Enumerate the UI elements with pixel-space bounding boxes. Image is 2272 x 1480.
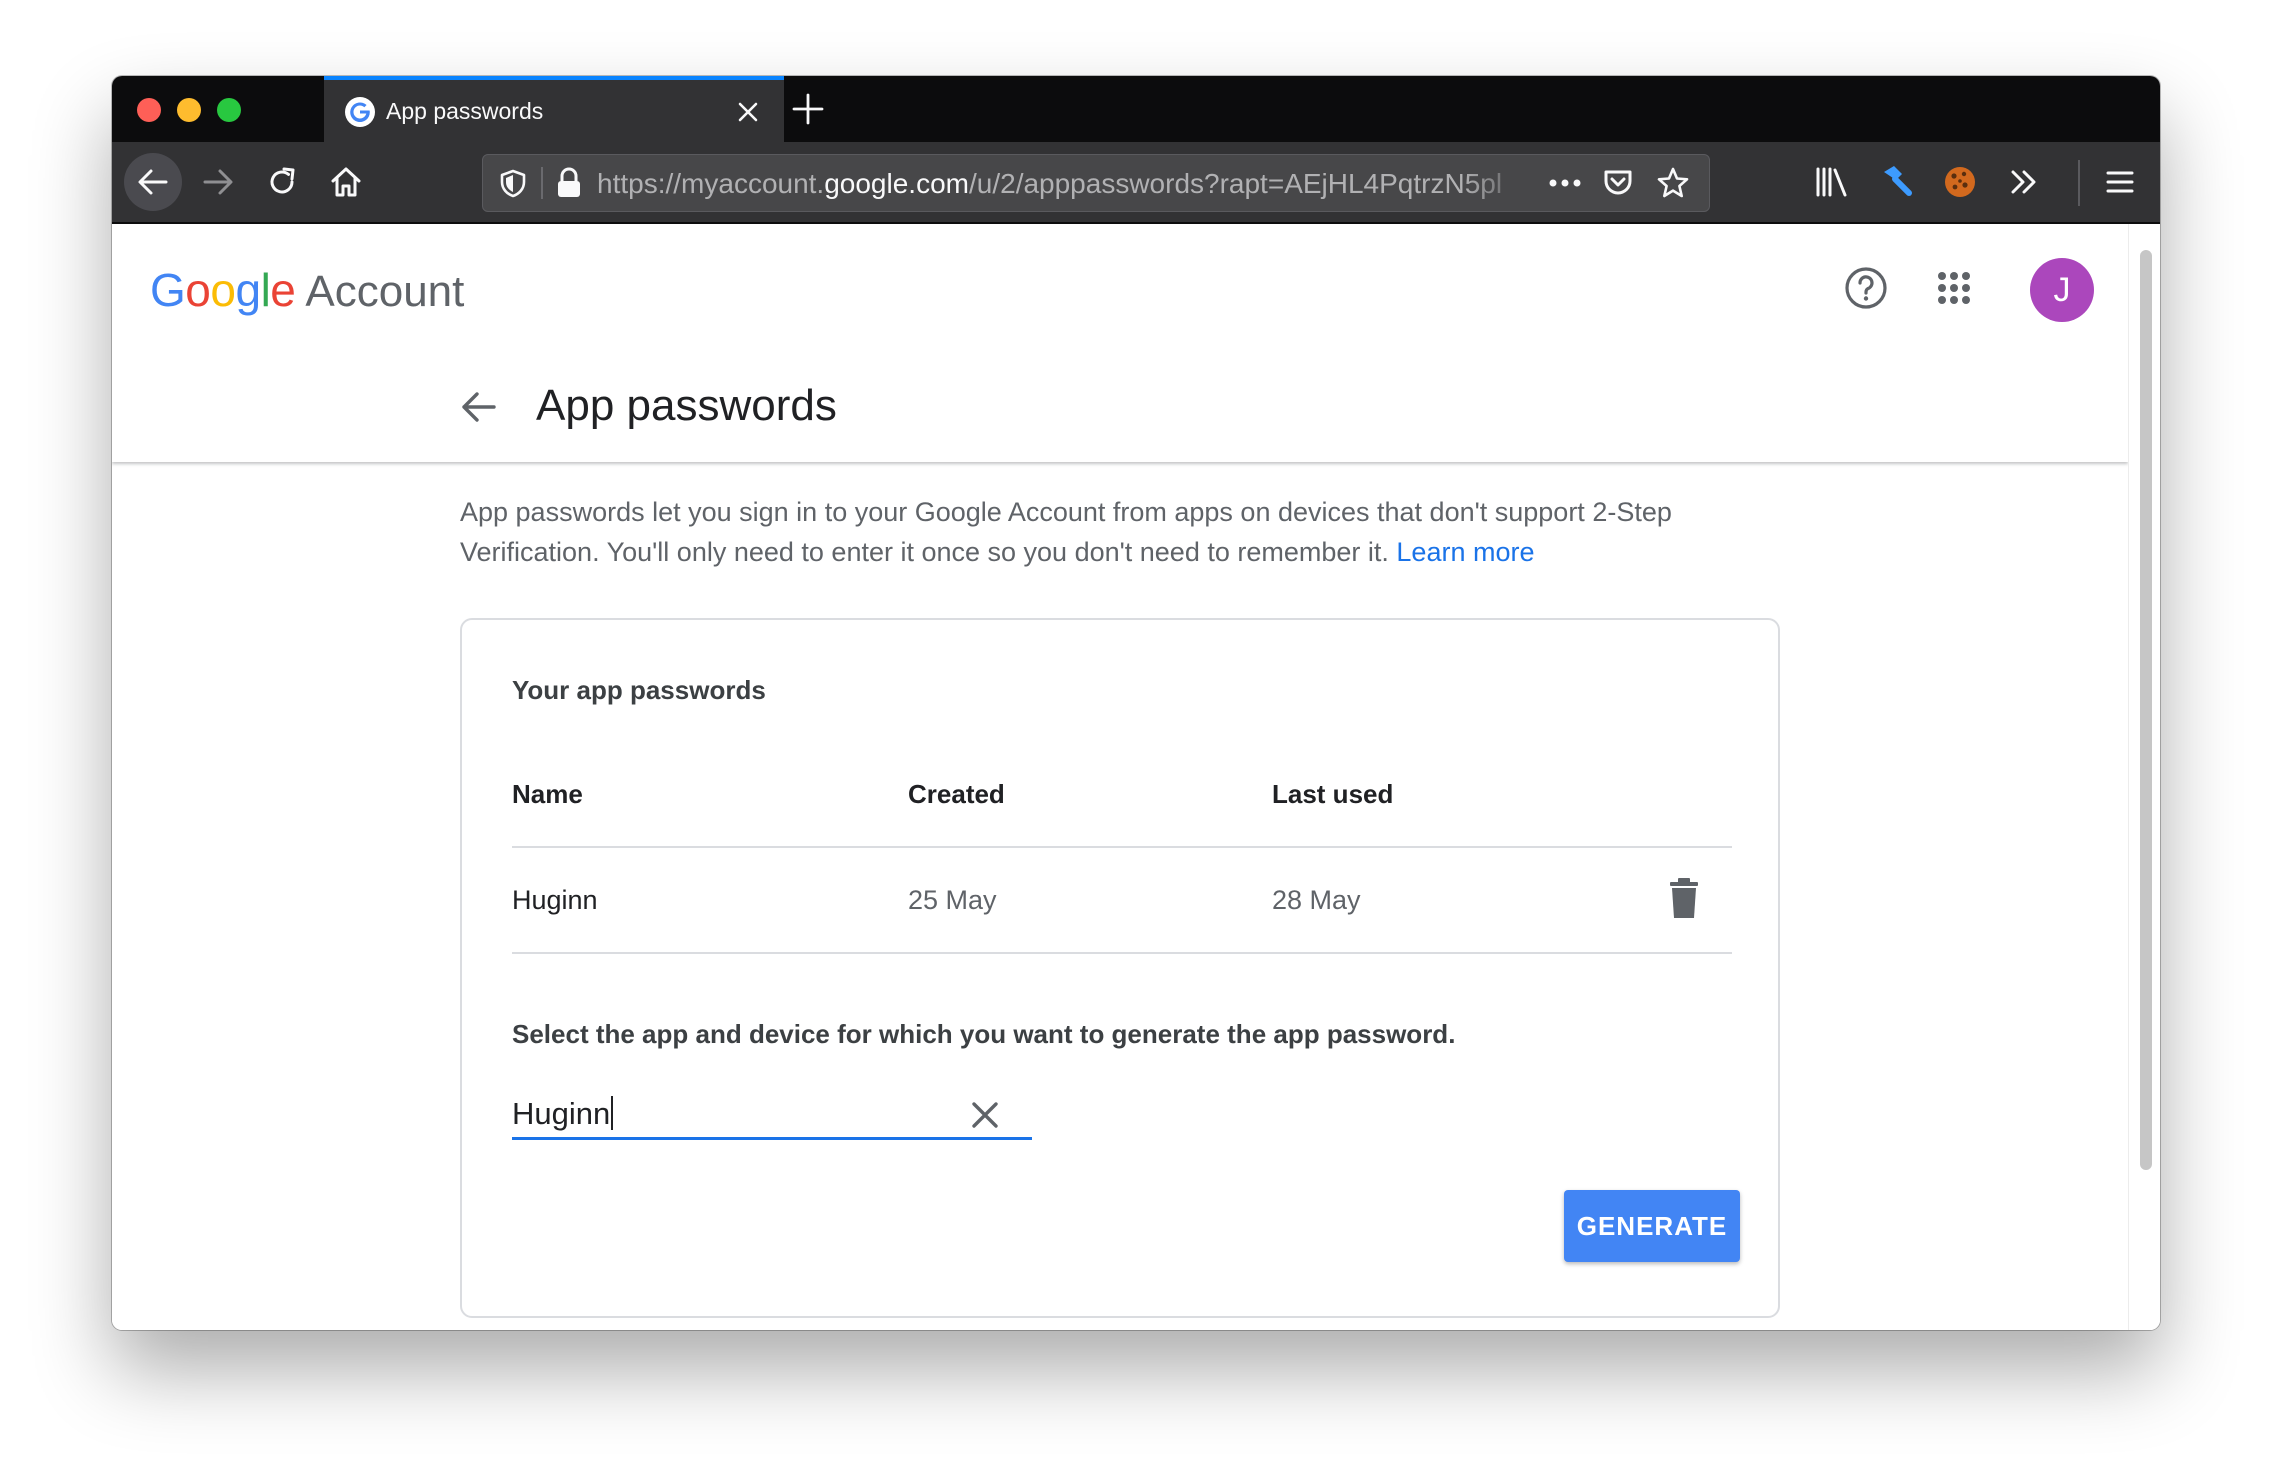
row-last-used: 28 May [1272, 885, 1361, 915]
logo-letter: G [150, 264, 186, 316]
logo-letter: o [185, 264, 211, 316]
help-button[interactable] [1840, 262, 1892, 314]
new-tab-icon[interactable] [788, 92, 828, 126]
url-fade [1463, 161, 1533, 205]
back-button[interactable] [124, 153, 182, 211]
hamburger-menu-icon [2106, 171, 2134, 193]
back-arrow-icon[interactable] [456, 384, 502, 430]
table-header-divider [512, 846, 1732, 848]
scrollbar-thumb[interactable] [2140, 250, 2152, 1170]
urlbar-divider [541, 167, 543, 199]
extension-tool-button[interactable] [1870, 156, 1922, 208]
logo-letter: g [235, 264, 261, 316]
cookie-icon [1945, 167, 1975, 197]
main-menu-button[interactable] [2094, 156, 2146, 208]
app-name-input[interactable]: Huginn [512, 1090, 1032, 1140]
url-path: /u/2/apppasswords?rapt=AEjHL4PqtrzN5pl [968, 168, 1503, 199]
bookmark-star-icon[interactable] [1655, 165, 1691, 201]
url-domain: google.com [824, 168, 969, 199]
url-prefix: https://myaccount. [597, 168, 825, 199]
logo-letter: e [270, 264, 296, 316]
app-name-input-value[interactable]: Huginn [512, 1094, 614, 1134]
navigation-toolbar: https://myaccount.google.com/u/2/apppass… [112, 142, 2160, 224]
zoom-window-button[interactable] [217, 98, 241, 122]
logo-letter: o [210, 264, 236, 316]
google-account-logo[interactable]: Google Account [150, 260, 464, 320]
page-actions-icon[interactable] [1545, 169, 1585, 197]
input-text: Huginn [512, 1096, 611, 1131]
generate-button[interactable]: GENERATE [1564, 1190, 1740, 1262]
url-text[interactable]: https://myaccount.google.com/u/2/apppass… [597, 165, 1527, 203]
close-window-button[interactable] [137, 98, 161, 122]
delete-trash-icon[interactable] [1664, 876, 1704, 922]
tab-app-passwords[interactable]: App passwords [324, 76, 784, 142]
column-header-name: Name [512, 779, 583, 809]
logo-letter: l [260, 264, 271, 316]
pocket-icon[interactable] [1601, 166, 1635, 200]
card-title: Your app passwords [512, 675, 766, 705]
browser-window: App passwords https://myaccount.google.c… [112, 76, 2160, 1330]
table-row-divider [512, 952, 1732, 954]
minimize-window-button[interactable] [177, 98, 201, 122]
apps-grid-icon [1938, 272, 1970, 304]
lock-icon[interactable] [553, 166, 585, 200]
learn-more-link[interactable]: Learn more [1396, 537, 1534, 567]
row-name: Huginn [512, 885, 598, 915]
google-wordmark: Google [150, 264, 296, 316]
select-app-label: Select the app and device for which you … [512, 1019, 1456, 1049]
page-content: Google Account J App passwords App passw… [112, 224, 2160, 1330]
forward-button[interactable] [192, 156, 244, 208]
app-passwords-card: Your app passwords Name Created Last use… [460, 618, 1780, 1318]
tab-title: App passwords [386, 98, 544, 124]
column-header-last-used: Last used [1272, 779, 1394, 809]
google-favicon-icon [345, 97, 375, 127]
logo-account-label: Account [305, 267, 465, 316]
chevron-double-right-icon [2011, 170, 2036, 194]
cookie-extension-button[interactable] [1934, 156, 1986, 208]
close-tab-icon[interactable] [734, 98, 762, 126]
account-header: Google Account J App passwords [112, 224, 2128, 462]
text-caret [611, 1096, 614, 1130]
library-icon [1816, 167, 1847, 197]
address-bar[interactable]: https://myaccount.google.com/u/2/apppass… [482, 154, 1710, 212]
home-button[interactable] [320, 156, 372, 208]
forward-arrow-icon [203, 169, 233, 195]
page-title: App passwords [536, 381, 837, 430]
intro-text: App passwords let you sign in to your Go… [460, 492, 1790, 572]
reload-button[interactable] [256, 156, 308, 208]
overflow-menu-button[interactable] [1998, 156, 2050, 208]
toolbar-separator [2078, 160, 2080, 206]
help-icon [1845, 267, 1887, 309]
back-arrow-icon [138, 169, 168, 195]
hammer-icon [1884, 166, 1912, 196]
shield-icon[interactable] [497, 167, 529, 199]
row-created: 25 May [908, 885, 997, 915]
clear-input-icon[interactable] [968, 1098, 1002, 1132]
tab-strip: App passwords [112, 76, 2160, 142]
column-header-created: Created [908, 779, 1005, 809]
home-icon [331, 167, 361, 197]
google-apps-button[interactable] [1928, 262, 1980, 314]
library-button[interactable] [1806, 156, 1858, 208]
avatar[interactable]: J [2030, 258, 2094, 322]
reload-icon [270, 167, 295, 194]
